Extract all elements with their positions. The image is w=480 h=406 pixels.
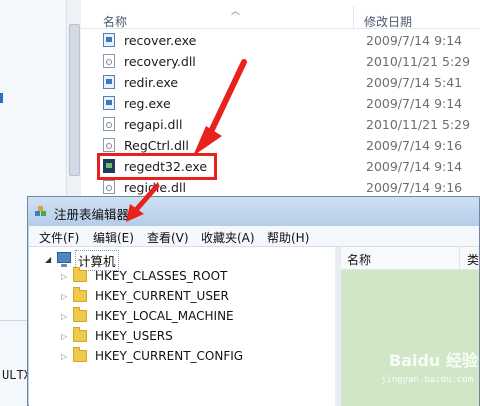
- exe-file-icon: [103, 75, 115, 89]
- file-name: regedt32.exe: [124, 159, 208, 174]
- file-name: RegCtrl.dll: [124, 138, 189, 153]
- window-title: 注册表编辑器: [54, 207, 130, 222]
- nav-scrollbar-thumb[interactable]: [69, 24, 80, 176]
- file-row-redir-exe[interactable]: redir.exe 2009/7/14 5:41: [81, 72, 480, 93]
- file-list: ︿ 名称 修改日期 recover.exe 2009/7/14 9:14 rec…: [81, 0, 480, 200]
- file-name: regidle.dll: [124, 180, 186, 195]
- file-row-reg-exe[interactable]: reg.exe 2009/7/14 9:14: [81, 93, 480, 114]
- regedit-app-icon: [35, 206, 46, 216]
- file-date: 2010/11/21 5:29: [366, 54, 471, 69]
- values-list-header: 名称 类: [341, 247, 479, 270]
- menu-bar: 文件(F) 编辑(E) 查看(V) 收藏夹(A) 帮助(H): [29, 226, 479, 247]
- column-header-date[interactable]: 修改日期: [364, 13, 412, 30]
- tree-node-label: HKEY_CURRENT_USER: [95, 289, 229, 303]
- folder-icon: [73, 347, 87, 362]
- tree-node-label: HKEY_CLASSES_ROOT: [95, 269, 228, 283]
- registry-editor-window[interactable]: 注册表编辑器 文件(F) 编辑(E) 查看(V) 收藏夹(A) 帮助(H) ◢ …: [27, 196, 480, 406]
- file-row-regidle-dll[interactable]: regidle.dll 2009/7/14 9:16: [81, 177, 480, 198]
- dll-file-icon: [103, 180, 115, 194]
- file-date: 2009/7/14 9:14: [366, 159, 463, 174]
- file-name: redir.exe: [124, 75, 179, 90]
- file-date: 2009/7/14 9:16: [366, 180, 463, 195]
- collapse-arrow-icon[interactable]: ◢: [45, 255, 51, 264]
- expand-arrow-icon[interactable]: ▷: [61, 332, 67, 341]
- expand-arrow-icon[interactable]: ▷: [61, 292, 67, 301]
- dll-file-icon: [103, 54, 115, 68]
- regedit-file-icon: [103, 159, 115, 173]
- column-header-name[interactable]: 名称: [347, 251, 371, 268]
- column-header-type[interactable]: 类: [467, 251, 479, 268]
- folder-icon: [73, 327, 87, 342]
- nav-selection-marker: [0, 93, 3, 103]
- values-list[interactable]: 名称 类 Baidu 经验 jingyan.baidu.com: [341, 247, 479, 406]
- title-bar[interactable]: 注册表编辑器: [28, 197, 479, 226]
- file-date: 2009/7/14 9:14: [366, 33, 463, 48]
- tree-node-label: HKEY_USERS: [95, 329, 173, 343]
- column-header-name[interactable]: 名称: [103, 13, 127, 30]
- exe-file-icon: [103, 33, 115, 47]
- sort-up-icon[interactable]: ︿: [231, 4, 240, 17]
- folder-icon: [73, 287, 87, 302]
- file-name: regapi.dll: [124, 117, 183, 132]
- tree-node-label: 计算机: [75, 250, 119, 271]
- menu-favorites[interactable]: 收藏夹(A): [201, 229, 255, 246]
- registry-tree: ◢ 计算机 ▷ HKEY_CLASSES_ROOT ▷ HKEY_CURRENT…: [29, 247, 336, 406]
- watermark-url: jingyan.baidu.com: [381, 375, 474, 385]
- file-list-header: ︿ 名称 修改日期: [81, 0, 480, 29]
- tree-node-label: HKEY_CURRENT_CONFIG: [95, 349, 244, 363]
- file-date: 2010/11/21 5:29: [366, 117, 471, 132]
- nav-scrollbar[interactable]: [66, 0, 81, 200]
- folder-icon: [73, 307, 87, 322]
- file-row-regedt32-exe[interactable]: regedt32.exe 2009/7/14 9:14: [81, 153, 480, 180]
- dll-file-icon: [103, 138, 115, 152]
- computer-icon: [57, 252, 71, 267]
- folder-icon: [73, 267, 87, 282]
- file-name: recovery.dll: [124, 54, 196, 69]
- file-date: 2009/7/14 9:14: [366, 96, 463, 111]
- exe-file-icon: [103, 96, 115, 110]
- expand-arrow-icon[interactable]: ▷: [61, 352, 67, 361]
- dll-file-icon: [103, 117, 115, 131]
- column-separator[interactable]: [459, 247, 460, 269]
- column-separator[interactable]: [353, 6, 354, 28]
- menu-file[interactable]: 文件(F): [39, 229, 79, 246]
- expand-arrow-icon[interactable]: ▷: [61, 272, 67, 281]
- file-row-recovery-dll[interactable]: recovery.dll 2010/11/21 5:29: [81, 51, 480, 72]
- file-date: 2009/7/14 9:16: [366, 138, 463, 153]
- file-date: 2009/7/14 5:41: [366, 75, 463, 90]
- file-row-regapi-dll[interactable]: regapi.dll 2010/11/21 5:29: [81, 114, 480, 135]
- file-row-recover-exe[interactable]: recover.exe 2009/7/14 9:14: [81, 30, 480, 51]
- menu-help[interactable]: 帮助(H): [267, 229, 309, 246]
- menu-edit[interactable]: 编辑(E): [93, 229, 134, 246]
- menu-view[interactable]: 查看(V): [147, 229, 189, 246]
- tree-node-label: HKEY_LOCAL_MACHINE: [95, 309, 234, 323]
- file-name: reg.exe: [124, 96, 171, 111]
- expand-arrow-icon[interactable]: ▷: [61, 312, 67, 321]
- file-name: recover.exe: [124, 33, 197, 48]
- watermark: Baidu 经验: [389, 351, 478, 370]
